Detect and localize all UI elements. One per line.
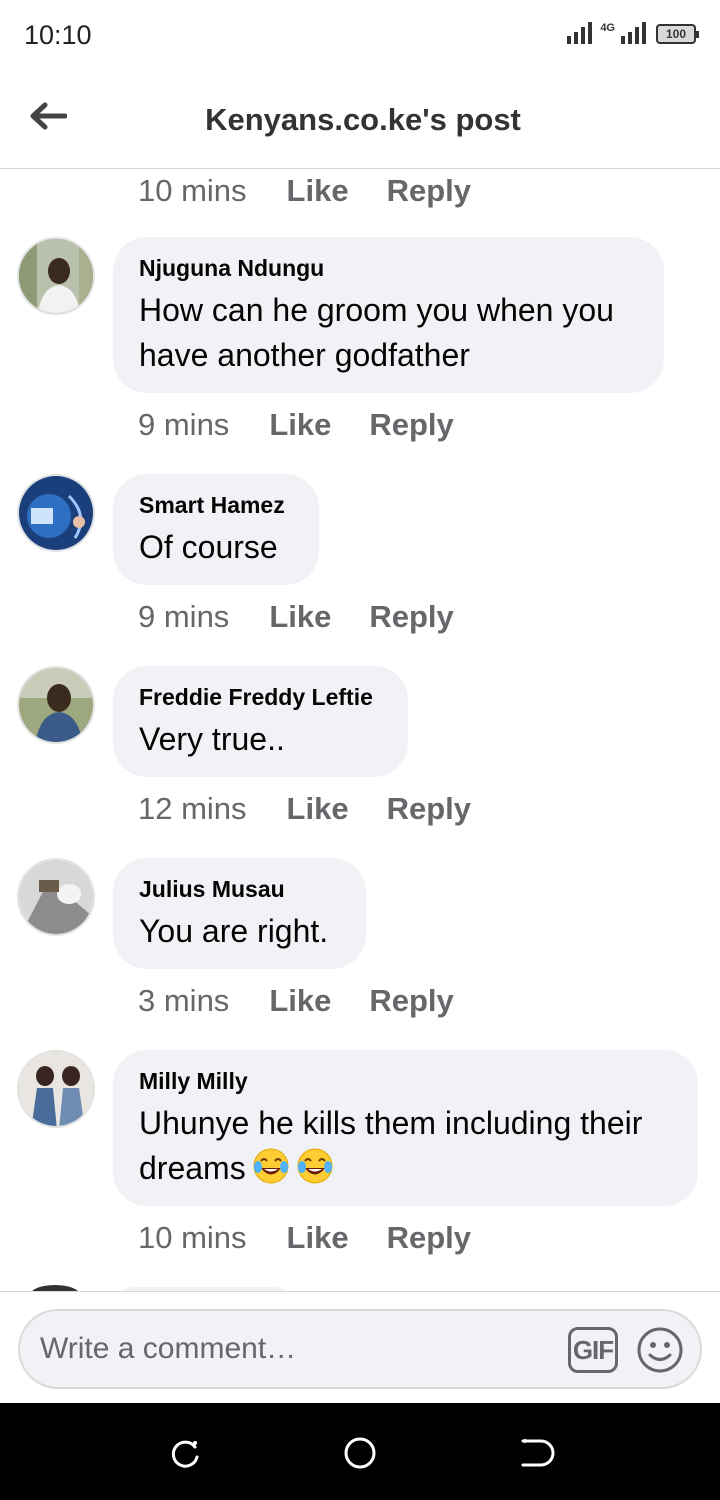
comment-meta: 9 mins Like Reply [138,599,454,635]
comment-text: Uhunye he kills them including their dre… [139,1101,672,1191]
comment-composer-bar: GIF [0,1291,720,1403]
comment-time: 9 mins [138,407,230,442]
comment-bubble[interactable]: Smart Hamez Of course [113,474,319,585]
header: Kenyans.co.ke's post [0,74,720,169]
avatar[interactable] [17,858,95,936]
reply-button[interactable]: Reply [369,599,453,635]
comment-bubble[interactable]: Njuguna Ndungu How can he groom you when… [113,237,664,393]
comment-meta: 10 mins Like Reply [138,173,471,209]
battery-level: 100 [665,27,687,41]
comment-meta: 9 mins Like Reply [138,407,454,443]
status-bar: 10:10 4G 100 [0,0,720,74]
comment-time: 12 mins [138,791,247,826]
comment-meta: 12 mins Like Reply [138,791,471,827]
comment-meta: 3 mins Like Reply [138,983,454,1019]
comment-text: How can he groom you when you have anoth… [139,292,614,373]
avatar-image [19,239,93,313]
face-with-tears-of-joy-icon [253,1148,289,1184]
comment-bubble[interactable]: Freddie Freddy Leftie Very true.. [113,666,408,777]
back-icon[interactable] [515,1433,555,1473]
comment-composer[interactable]: GIF [18,1309,702,1389]
system-nav-bar [0,1403,720,1500]
comment-text-content: Uhunye he kills them including their dre… [139,1105,643,1186]
like-button[interactable]: Like [287,1220,349,1256]
avatar[interactable] [17,666,95,744]
reply-button[interactable]: Reply [387,173,471,209]
reply-button[interactable]: Reply [387,791,471,827]
gif-button[interactable]: GIF [568,1327,618,1373]
signal-icon-2 [621,20,646,44]
like-button[interactable]: Like [269,983,331,1019]
comment-bubble[interactable]: Julius Musau You are right. [113,858,366,969]
avatar[interactable] [17,1050,95,1128]
like-button[interactable]: Like [287,791,349,827]
battery-icon: 100 [656,24,699,44]
comment-author[interactable]: Smart Hamez [139,492,293,519]
comment-author[interactable]: Njuguna Ndungu [139,255,638,282]
smiley-icon[interactable] [636,1326,684,1374]
comment-time: 10 mins [138,173,247,208]
comment-time: 9 mins [138,599,230,634]
like-button[interactable]: Like [269,599,331,635]
avatar[interactable] [17,237,95,315]
comment-feed[interactable]: 10 mins Like Reply Njuguna Ndungu How ca… [0,169,720,1291]
page-title: Kenyans.co.ke's post [205,102,521,137]
comment-author[interactable]: Freddie Freddy Leftie [139,684,382,711]
recent-apps-icon[interactable] [165,1433,205,1473]
network-type: 4G [600,22,615,34]
comment-time: 3 mins [138,983,230,1018]
home-icon[interactable] [340,1433,380,1473]
comment-meta: 10 mins Like Reply [138,1220,471,1256]
comment-text: Of course [139,529,278,565]
like-button[interactable]: Like [287,173,349,209]
reply-button[interactable]: Reply [387,1220,471,1256]
face-with-tears-of-joy-icon [297,1148,333,1184]
comment-text: You are right. [139,913,329,949]
like-button[interactable]: Like [269,407,331,443]
avatar-image [19,668,93,742]
avatar-image [19,1052,93,1126]
status-time: 10:10 [24,20,92,50]
comment-input[interactable] [40,1329,540,1369]
avatar-image [19,476,93,550]
comment-author[interactable]: Julius Musau [139,876,340,903]
comment-bubble[interactable]: Milly Milly Uhunye he kills them includi… [113,1050,698,1206]
signal-icon [567,20,593,44]
comment-time: 10 mins [138,1220,247,1255]
status-icons: 4G 100 [567,20,699,44]
avatar[interactable] [17,474,95,552]
comment-author[interactable]: Milly Milly [139,1068,672,1095]
reply-button[interactable]: Reply [369,983,453,1019]
comment-text: Very true.. [139,721,285,757]
reply-button[interactable]: Reply [369,407,453,443]
avatar-image [19,860,93,934]
